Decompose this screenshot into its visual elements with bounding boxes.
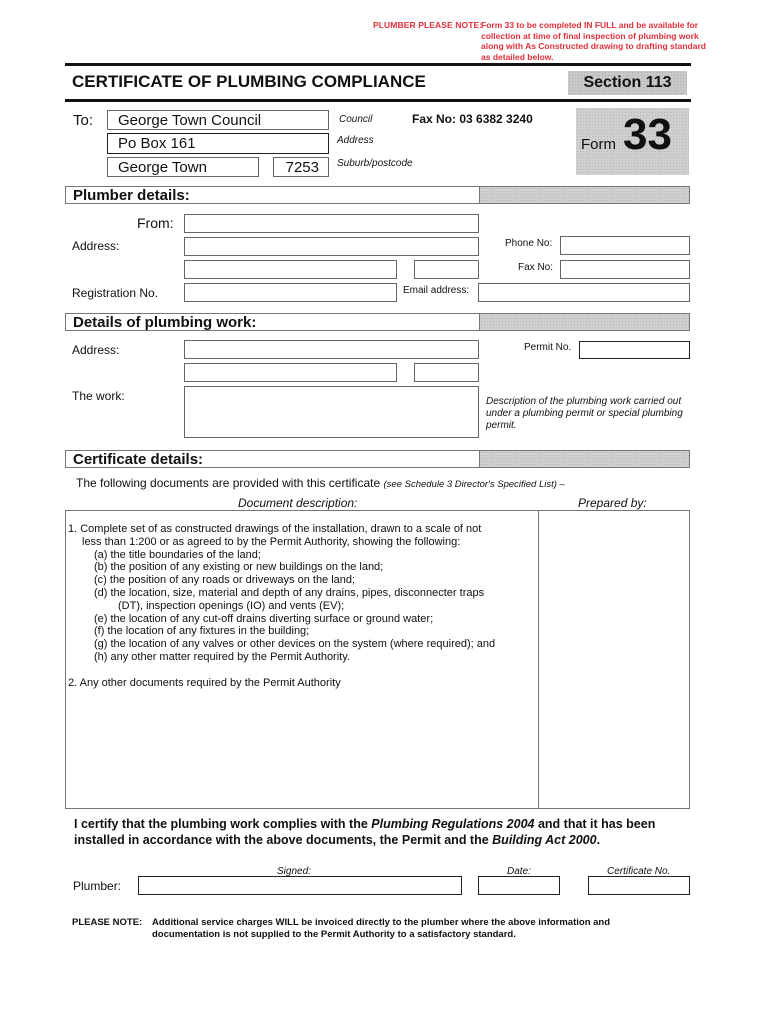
document-subitem: (f) the location of any fixtures in the …	[94, 625, 310, 638]
plumber-details-header: Plumber details:	[65, 186, 690, 204]
prepared-by-header: Prepared by:	[578, 496, 647, 510]
council-fax: Fax No: 03 6382 3240	[412, 112, 533, 126]
from-input[interactable]	[184, 214, 479, 233]
from-label: From:	[137, 215, 174, 231]
footer-note-label: PLEASE NOTE:	[72, 917, 143, 928]
document-subitem: (g) the location of any valves or other …	[94, 638, 496, 651]
fax-label: Fax No:	[518, 262, 554, 273]
document-description-header: Document description:	[238, 496, 358, 510]
phone-input[interactable]	[560, 236, 690, 255]
document-subitem: (a) the title boundaries of the land;	[94, 548, 261, 561]
document-subitem: (b) the position of any existing or new …	[94, 561, 384, 574]
plumber-postcode-input[interactable]	[414, 260, 479, 279]
intro-reference: (see Schedule 3 Director's Specified Lis…	[383, 479, 565, 490]
plumbing-regulations-ref: Plumbing Regulations 2004	[371, 817, 535, 831]
plumber-note-text: Form 33 to be completed IN FULL and be a…	[481, 20, 706, 62]
signature-input[interactable]	[138, 876, 462, 895]
footer-note-line2: documentation is not supplied to the Per…	[152, 929, 516, 940]
plumber-label: Plumber:	[73, 879, 122, 893]
work-address-line2-input[interactable]	[184, 363, 397, 382]
certificate-no-input[interactable]	[588, 876, 690, 895]
form-badge: Form 33	[576, 108, 689, 175]
header-shade	[479, 450, 690, 468]
certificate-details-heading: Certificate details:	[73, 451, 204, 468]
document-subitem: (d) the location, size, material and dep…	[94, 586, 485, 599]
document-subitem: (c) the position of any roads or drivewa…	[94, 574, 356, 587]
plumber-address-label: Address:	[72, 239, 120, 253]
suburb-caption: Suburb/postcode	[337, 158, 413, 169]
document-subitem: (DT), inspection openings (IO) and vents…	[118, 599, 345, 612]
building-act-ref: Building Act 2000	[492, 833, 597, 847]
form-number: 33	[623, 110, 672, 159]
top-rule	[65, 63, 691, 66]
document-subitem: (e) the location of any cut-off drains d…	[94, 612, 434, 625]
footer-note-line1: Additional service charges WILL be invoi…	[152, 917, 611, 928]
intro-text: The following documents are provided wit…	[76, 476, 381, 490]
prepared-by-input[interactable]	[539, 511, 689, 808]
registration-label: Registration No.	[72, 286, 159, 300]
work-address-line1-input[interactable]	[184, 340, 479, 359]
postcode-field[interactable]: 7253	[273, 157, 329, 177]
form-word: Form	[581, 136, 616, 153]
plumber-address-line1-input[interactable]	[184, 237, 479, 256]
email-input[interactable]	[478, 283, 690, 302]
document-item: less than 1:200 or as agreed to by the P…	[82, 535, 461, 548]
suburb-field[interactable]: George Town	[107, 157, 259, 177]
document-item: 1. Complete set of as constructed drawin…	[68, 523, 482, 535]
document-subitem: (h) any other matter required by the Per…	[94, 650, 350, 663]
work-description-input[interactable]	[184, 386, 479, 438]
address-caption: Address	[337, 135, 374, 146]
date-input[interactable]	[478, 876, 560, 895]
fax-input[interactable]	[560, 260, 690, 279]
work-details-heading: Details of plumbing work:	[73, 314, 257, 331]
certificate-intro: The following documents are provided wit…	[76, 476, 565, 490]
work-address-label: Address:	[72, 343, 120, 357]
council-field[interactable]: George Town Council	[107, 110, 329, 130]
plumber-details-heading: Plumber details:	[73, 187, 190, 204]
certification-statement: I certify that the plumbing work complie…	[74, 816, 699, 848]
certificate-details-header: Certificate details:	[65, 450, 690, 468]
address-field[interactable]: Po Box 161	[107, 133, 329, 154]
header-shade	[479, 186, 690, 204]
work-details-header: Details of plumbing work:	[65, 313, 690, 331]
permit-label: Permit No.	[524, 342, 572, 353]
to-label: To:	[73, 112, 94, 129]
header-shade	[479, 313, 690, 331]
work-label: The work:	[72, 389, 125, 403]
page-title: CERTIFICATE OF PLUMBING COMPLIANCE	[72, 72, 426, 91]
title-rule	[65, 99, 691, 102]
section-badge: Section 113	[568, 71, 687, 95]
certify-text: I certify that the plumbing work complie…	[74, 817, 372, 831]
plumber-note-label: PLUMBER PLEASE NOTE:	[373, 20, 483, 30]
certify-text: .	[596, 833, 601, 847]
phone-label: Phone No:	[505, 238, 553, 249]
work-hint: Description of the plumbing work carried…	[486, 396, 683, 431]
document-list: 1. Complete set of as constructed drawin…	[68, 523, 533, 690]
document-item: 2. Any other documents required by the P…	[68, 676, 341, 689]
email-label: Email address:	[403, 285, 470, 296]
plumber-address-line2-input[interactable]	[184, 260, 397, 279]
work-postcode-input[interactable]	[414, 363, 479, 382]
permit-input[interactable]	[579, 341, 690, 359]
council-caption: Council	[339, 114, 373, 125]
registration-input[interactable]	[184, 283, 397, 302]
